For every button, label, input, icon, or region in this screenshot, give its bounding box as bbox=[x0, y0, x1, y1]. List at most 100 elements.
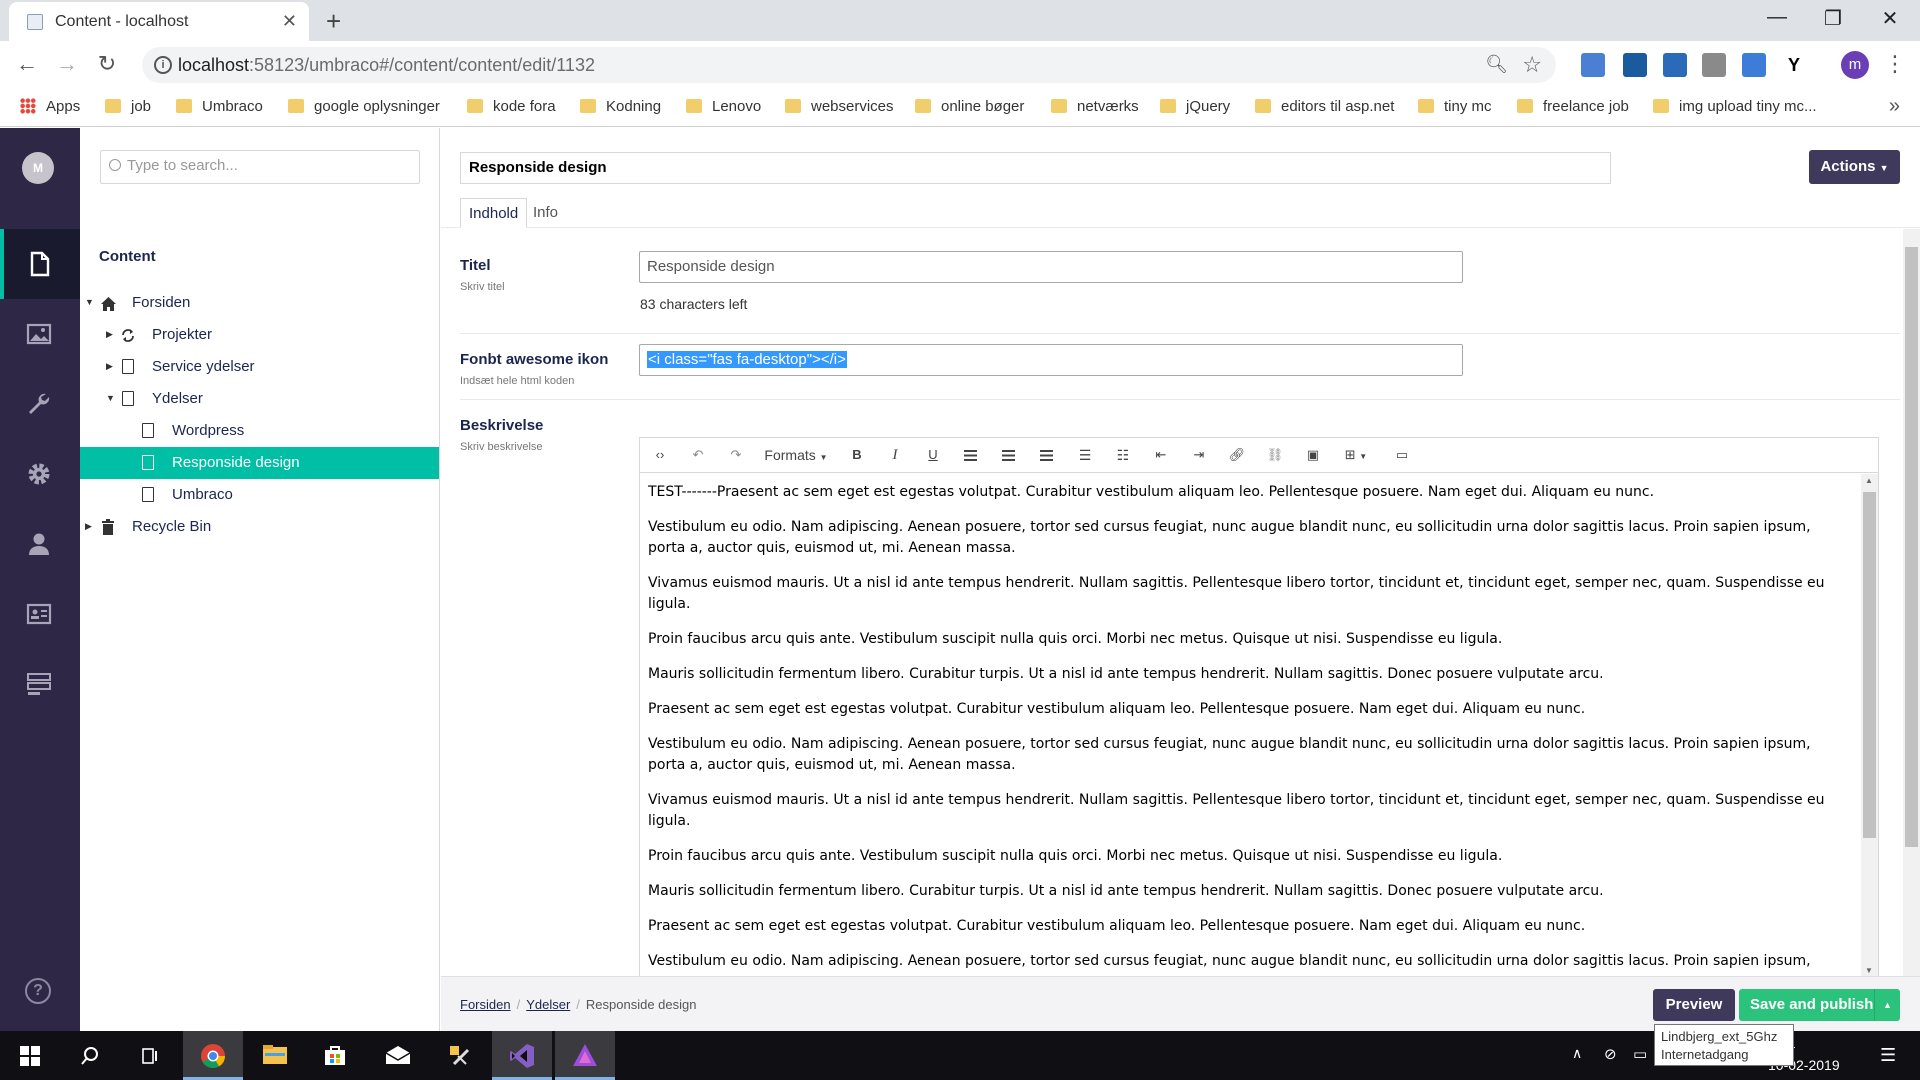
section-content[interactable] bbox=[0, 229, 80, 299]
insert-image-icon[interactable]: ▣ bbox=[1301, 445, 1325, 465]
bookmark-folder[interactable]: google oplysninger bbox=[288, 98, 440, 115]
bookmark-folder[interactable]: kode fora bbox=[467, 98, 556, 115]
taskbar-chrome[interactable] bbox=[183, 1031, 243, 1080]
bold-icon[interactable]: B bbox=[845, 445, 869, 465]
tree-item-umbraco[interactable]: Umbraco bbox=[80, 479, 439, 511]
tree-item-ydelser[interactable]: ▼ Ydelser bbox=[80, 383, 439, 415]
tree-item-recycle-bin[interactable]: ▶ Recycle Bin bbox=[80, 511, 439, 543]
bookmark-folder[interactable]: Lenovo bbox=[686, 98, 761, 115]
bookmark-folder[interactable]: Umbraco bbox=[176, 98, 263, 115]
bookmark-folder[interactable]: job bbox=[105, 98, 151, 115]
user-avatar[interactable]: M bbox=[22, 152, 54, 184]
bookmark-folder[interactable]: netværks bbox=[1051, 98, 1139, 115]
tray-overflow-chevron-icon[interactable]: ∧ bbox=[1572, 1045, 1582, 1062]
actions-button[interactable]: Actions ▼ bbox=[1809, 150, 1900, 184]
indent-icon[interactable]: ⇥ bbox=[1187, 445, 1211, 465]
tab-info[interactable]: Info bbox=[525, 198, 566, 228]
tree-item-wordpress[interactable]: Wordpress bbox=[80, 415, 439, 447]
taskbar-affinity[interactable] bbox=[555, 1031, 615, 1080]
url-text[interactable]: localhost:58123/umbraco#/content/content… bbox=[178, 55, 595, 76]
code-extension-icon[interactable] bbox=[1702, 53, 1726, 77]
search-button[interactable] bbox=[60, 1031, 120, 1080]
save-and-publish-button[interactable]: Save and publish ▲ bbox=[1739, 989, 1900, 1021]
translate-extension-icon[interactable] bbox=[1581, 53, 1605, 77]
redo-icon[interactable]: ↷ bbox=[724, 445, 748, 465]
caret-down-icon[interactable]: ▼ bbox=[85, 297, 94, 307]
tree-item-projekter[interactable]: ▶ Projekter bbox=[80, 319, 439, 351]
tree-item-responside-design[interactable]: Responside design bbox=[80, 447, 439, 479]
publish-options-caret-icon[interactable]: ▲ bbox=[1874, 989, 1900, 1021]
caret-right-icon[interactable]: ▶ bbox=[106, 361, 113, 372]
tab-indhold[interactable]: Indhold bbox=[460, 198, 528, 228]
outdent-icon[interactable]: ⇤ bbox=[1149, 445, 1173, 465]
undo-icon[interactable]: ↶ bbox=[686, 445, 710, 465]
underline-icon[interactable]: U bbox=[921, 445, 945, 465]
icon-html-input[interactable]: <i class="fas fa-desktop"></i> bbox=[639, 344, 1463, 376]
taskbar-store[interactable] bbox=[305, 1031, 365, 1080]
section-forms[interactable] bbox=[0, 649, 80, 719]
extension-icon[interactable] bbox=[1623, 53, 1647, 77]
caret-right-icon[interactable]: ▶ bbox=[85, 521, 92, 532]
network-warning-icon[interactable]: ⊘ bbox=[1604, 1045, 1617, 1063]
rte-scrollbar[interactable]: ▲ ▼ bbox=[1861, 474, 1878, 976]
section-developer[interactable] bbox=[0, 439, 80, 509]
battery-icon[interactable]: ▭ bbox=[1633, 1045, 1647, 1063]
formats-dropdown[interactable]: Formats ▼ bbox=[762, 445, 830, 465]
bookmark-folder[interactable]: img upload tiny mc... bbox=[1653, 98, 1817, 115]
tree-item-service-ydelser[interactable]: ▶ Service ydelser bbox=[80, 351, 439, 383]
macro-icon[interactable]: ▭ bbox=[1390, 445, 1414, 465]
browser-menu-icon[interactable]: ⋮ bbox=[1884, 51, 1906, 77]
unlink-icon[interactable]: ⛓︎ bbox=[1263, 445, 1287, 465]
align-center-icon[interactable] bbox=[1002, 450, 1015, 461]
close-tab-icon[interactable]: ✕ bbox=[282, 11, 297, 32]
bookmark-star-icon[interactable]: ☆ bbox=[1522, 52, 1542, 78]
source-code-icon[interactable]: ‹› bbox=[648, 445, 672, 465]
more-bookmarks-chevron-icon[interactable]: » bbox=[1889, 95, 1900, 118]
new-tab-button[interactable]: + bbox=[326, 6, 341, 37]
section-media[interactable] bbox=[0, 299, 80, 369]
node-name-input[interactable]: Responside design bbox=[460, 152, 1611, 184]
back-arrow-icon[interactable]: ← bbox=[12, 51, 42, 77]
bookmark-folder[interactable]: editors til asp.net bbox=[1255, 98, 1394, 115]
help-icon[interactable]: ? bbox=[25, 978, 51, 1004]
site-info-icon[interactable]: i bbox=[154, 56, 172, 74]
notifications-icon[interactable]: ☰ bbox=[1880, 1045, 1896, 1066]
taskbar-mail[interactable] bbox=[368, 1031, 428, 1080]
italic-icon[interactable]: I bbox=[883, 445, 907, 465]
omnibox[interactable]: i localhost:58123/umbraco#/content/conte… bbox=[142, 47, 1556, 83]
extension-icon[interactable] bbox=[1663, 53, 1687, 77]
editor-scrollbar[interactable] bbox=[1903, 229, 1920, 976]
tree-item-forsiden[interactable]: ▼ Forsiden bbox=[80, 287, 439, 319]
scroll-up-arrow-icon[interactable]: ▲ bbox=[1865, 476, 1873, 485]
numbered-list-icon[interactable]: ☷ bbox=[1111, 445, 1135, 465]
taskbar-visual-studio[interactable] bbox=[492, 1031, 552, 1080]
scrollbar-thumb[interactable] bbox=[1905, 247, 1918, 847]
taskbar-tools[interactable] bbox=[430, 1031, 490, 1080]
section-members[interactable] bbox=[0, 579, 80, 649]
bookmark-apps[interactable]: Apps bbox=[20, 98, 80, 115]
bookmark-folder[interactable]: tiny mc bbox=[1418, 98, 1492, 115]
rte-content-area[interactable]: TEST-------Praesent ac sem eget est eges… bbox=[640, 474, 1860, 976]
profile-avatar[interactable]: m bbox=[1841, 51, 1869, 79]
caret-right-icon[interactable]: ▶ bbox=[106, 329, 113, 340]
caret-down-icon[interactable]: ▼ bbox=[106, 393, 115, 403]
y-extension-icon[interactable]: Y bbox=[1782, 53, 1806, 77]
taskbar-file-explorer[interactable] bbox=[245, 1031, 305, 1080]
task-view-button[interactable] bbox=[120, 1031, 180, 1080]
bullet-list-icon[interactable]: ☰ bbox=[1073, 445, 1097, 465]
forward-arrow-icon[interactable]: → bbox=[52, 51, 82, 77]
extension-icon[interactable] bbox=[1742, 53, 1766, 77]
scroll-down-arrow-icon[interactable]: ▼ bbox=[1865, 966, 1873, 975]
align-right-icon[interactable] bbox=[1040, 450, 1053, 461]
bookmark-folder[interactable]: online bøger bbox=[915, 98, 1024, 115]
link-icon[interactable]: 🔗︎ bbox=[1225, 445, 1249, 465]
tree-heading[interactable]: Content bbox=[99, 248, 156, 265]
reload-icon[interactable]: ↻ bbox=[92, 51, 122, 77]
scrollbar-thumb[interactable] bbox=[1863, 492, 1876, 838]
browser-tab[interactable]: Content - localhost ✕ bbox=[9, 2, 309, 41]
breadcrumb-link[interactable]: Ydelser bbox=[526, 997, 570, 1012]
restore-window-button[interactable]: ❐ bbox=[1813, 6, 1853, 31]
section-users[interactable] bbox=[0, 509, 80, 579]
bookmark-folder[interactable]: jQuery bbox=[1160, 98, 1230, 115]
titel-input[interactable]: Responside design bbox=[639, 251, 1463, 283]
